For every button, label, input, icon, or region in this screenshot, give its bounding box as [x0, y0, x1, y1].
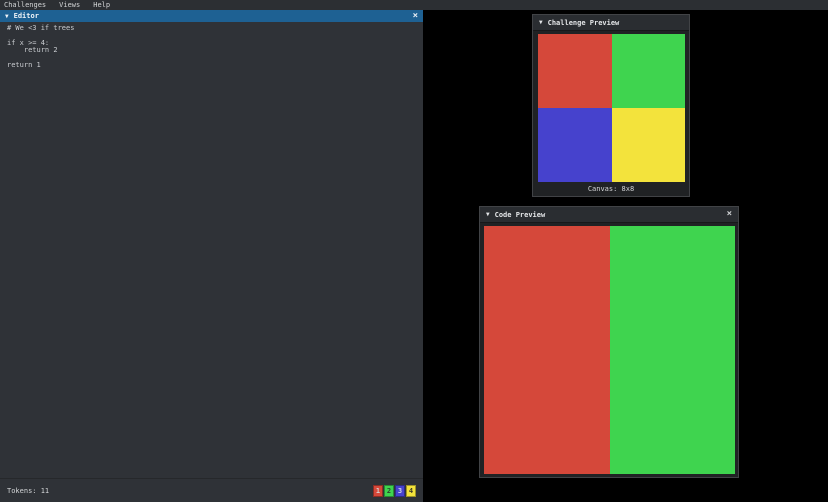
challenge-grid-cell-3 — [611, 108, 685, 182]
tokens-count: Tokens: 11 — [7, 486, 50, 495]
token-chip-row: 1234 — [373, 484, 416, 497]
code-canvas-column-0 — [484, 226, 610, 474]
challenge-preview-title: Challenge Preview — [547, 18, 620, 27]
editor-titlebar[interactable]: ▼ Editor × — [0, 10, 423, 22]
desktop: { "menubar": { "items": [ { "label": "Ch… — [0, 0, 828, 502]
token-chip-2[interactable]: 2 — [384, 484, 394, 497]
code-preview-panel: ▼ Code Preview × — [479, 206, 739, 478]
challenge-preview-titlebar[interactable]: ▼ Challenge Preview — [533, 15, 689, 31]
token-chip-4[interactable]: 4 — [406, 484, 416, 497]
code-canvas-column-1 — [609, 226, 735, 474]
challenge-grid-cell-2 — [538, 108, 612, 182]
menubar: Challenges Views Help — [0, 0, 828, 10]
code-area[interactable]: # We <3 if trees if x >= 4: return 2 ret… — [0, 22, 423, 478]
menu-item-views[interactable]: Views — [59, 0, 80, 10]
menu-item-challenges[interactable]: Challenges — [4, 0, 46, 10]
code-canvas — [484, 226, 735, 474]
token-chip-3[interactable]: 3 — [395, 484, 405, 497]
code-preview-titlebar[interactable]: ▼ Code Preview × — [480, 207, 738, 223]
collapse-triangle-icon[interactable]: ▼ — [486, 211, 490, 218]
challenge-grid-cell-0 — [538, 34, 612, 108]
collapse-triangle-icon[interactable]: ▼ — [5, 13, 9, 20]
menu-item-help[interactable]: Help — [93, 0, 110, 10]
editor-panel: ▼ Editor × # We <3 if trees if x >= 4: r… — [0, 10, 423, 502]
editor-statusbar: Tokens: 11 1234 — [0, 478, 423, 502]
challenge-grid-cell-1 — [611, 34, 685, 108]
collapse-triangle-icon[interactable]: ▼ — [539, 19, 543, 26]
editor-title: Editor — [13, 12, 39, 20]
canvas-size-label: Canvas: 8x8 — [587, 185, 635, 193]
close-icon[interactable]: × — [727, 210, 732, 219]
code-preview-title: Code Preview — [494, 210, 546, 219]
challenge-preview-panel: ▼ Challenge Preview Canvas: 8x8 — [532, 14, 690, 197]
token-chip-1[interactable]: 1 — [373, 484, 383, 497]
challenge-canvas-grid — [538, 34, 685, 182]
close-icon[interactable]: × — [413, 11, 418, 21]
